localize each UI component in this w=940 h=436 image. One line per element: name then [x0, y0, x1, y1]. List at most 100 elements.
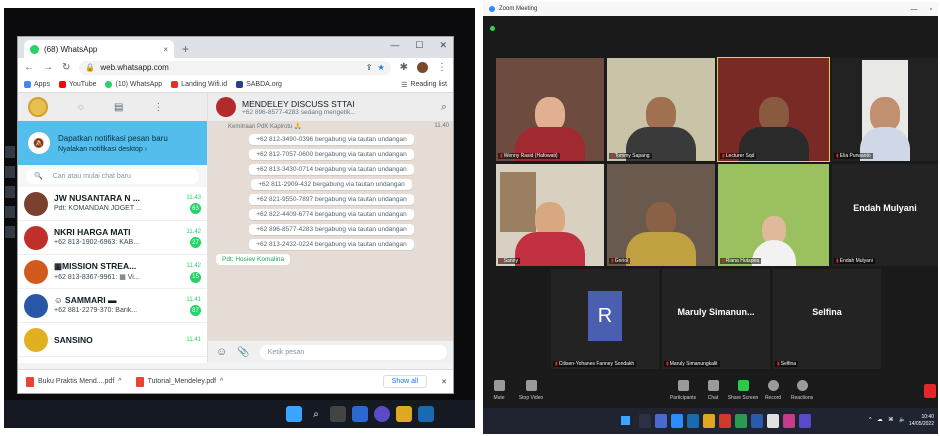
- clock[interactable]: 10:40 14/05/2022: [909, 414, 934, 428]
- chat-item[interactable]: SANSINO 11.41: [18, 323, 207, 357]
- reading-list[interactable]: ☰ Reading list: [401, 81, 447, 89]
- close-window-button[interactable]: ✕: [439, 40, 447, 51]
- chat-preview: Pdt: KOMANDAN JOGET ...: [54, 205, 142, 212]
- participant-initial-avatar: R: [588, 291, 622, 341]
- url-text: web.whatsapp.com: [100, 63, 169, 72]
- video-tile[interactable]: ▮Sanny: [496, 164, 604, 266]
- bookmark-apps[interactable]: Apps: [24, 81, 50, 88]
- chat-item[interactable]: JW NUSANTARA N ... 11.43 Pdt: KOMANDAN JOG…: [18, 187, 207, 221]
- notification-banner[interactable]: 🔕 Dapatkan notifikasi pesan baru Nyalaka…: [18, 121, 207, 165]
- video-tile-camera-off[interactable]: Maruly Simanun... ▮Maruly Simanungkalit: [662, 269, 770, 369]
- search-input[interactable]: 🔍 Cari atau mulai chat baru: [26, 168, 199, 184]
- back-icon[interactable]: ←: [24, 62, 34, 73]
- whatsapp-screenshot: (68) WhatsApp × + — ☐ ✕ ← → ↻ 🔒 web.what…: [4, 8, 475, 428]
- my-avatar[interactable]: [28, 97, 48, 117]
- video-tile[interactable]: ▮Riana Hutapea: [718, 164, 829, 266]
- minimize-button[interactable]: —: [390, 40, 399, 51]
- edge-icon[interactable]: [687, 414, 699, 428]
- new-chat-icon[interactable]: ▤: [114, 102, 123, 113]
- chat-icon: [707, 380, 719, 391]
- zoom-taskbar-icon[interactable]: [671, 414, 683, 428]
- security-shield-icon[interactable]: [490, 26, 495, 31]
- status-icon[interactable]: ◌: [78, 102, 84, 113]
- bookmark-youtube[interactable]: YouTube: [58, 81, 96, 88]
- bookmark-whatsapp[interactable]: (10) WhatsApp: [105, 81, 162, 88]
- close-tab-icon[interactable]: ×: [163, 45, 168, 54]
- tab-whatsapp[interactable]: (68) WhatsApp ×: [24, 40, 174, 58]
- conversation-header[interactable]: MENDELEY DISCUSS STTAI +62 896-8577-4283…: [208, 93, 453, 121]
- file-explorer-icon[interactable]: [703, 414, 715, 428]
- teams-icon[interactable]: [799, 414, 811, 428]
- chat-sidebar: ◌ ▤ ⋮ 🔕 Dapatkan notifikasi pesan baru N…: [18, 93, 208, 363]
- menu-icon[interactable]: ⋮: [153, 102, 163, 113]
- bookmark-wifi-id[interactable]: Landing Wifi.id: [171, 81, 227, 88]
- message-input[interactable]: Ketik pesan: [259, 344, 447, 360]
- end-meeting-button[interactable]: [924, 384, 936, 398]
- video-tile[interactable]: ▮Tommy Sapang: [607, 58, 715, 161]
- conversation-pane: MENDELEY DISCUSS STTAI +62 896-8577-4283…: [208, 93, 453, 363]
- windows-start-icon[interactable]: [286, 406, 302, 422]
- pdf-icon: [26, 376, 34, 387]
- video-tile-camera-off[interactable]: R ▮Citisen-Yohanes Fanney Sondakh: [551, 269, 659, 369]
- office-icon[interactable]: [719, 414, 731, 428]
- download-item[interactable]: Buku Praktis Mend....pdf ^: [26, 376, 122, 387]
- forward-icon[interactable]: →: [43, 62, 53, 73]
- chat-preview: +62 813-1902-6963: KAB...: [54, 239, 140, 246]
- share-icon[interactable]: ⇪: [366, 63, 373, 72]
- unread-badge: 27: [190, 237, 201, 248]
- show-all-button[interactable]: Show all: [382, 375, 428, 388]
- chat-item[interactable]: ☺ SAMMARI ▬ 11.41 +62 881-2279-370: Barik.…: [18, 289, 207, 323]
- search-icon[interactable]: ⌕: [308, 406, 324, 422]
- extensions-icon[interactable]: ✱: [400, 62, 408, 73]
- chat-list: JW NUSANTARA N ... 11.43 Pdt: KOMANDAN JOG…: [18, 187, 207, 363]
- windows-start-icon[interactable]: [621, 416, 630, 425]
- minimize-button[interactable]: —: [911, 6, 918, 13]
- menu-icon[interactable]: ⋮: [437, 62, 447, 73]
- video-tile[interactable]: ▮Wenny Rasid (Hafowati): [496, 58, 604, 161]
- enable-notifications-link[interactable]: Nyalakan notifikasi desktop ›: [58, 146, 168, 153]
- meeting-toolbar: Mute Stop Video Participants Chat Share …: [483, 376, 938, 408]
- video-tile[interactable]: ▮Elia Purwanto: [832, 58, 938, 161]
- group-avatar[interactable]: [216, 97, 236, 117]
- stop-video-button[interactable]: Stop Video: [511, 380, 551, 401]
- system-tray-icons[interactable]: ^ ☁ ⌘ 🔈: [869, 417, 908, 423]
- chat-time: 11.41: [186, 297, 201, 303]
- message-snippet: Kemitraan PdK Kapirotu 🙏: [228, 124, 302, 130]
- maximize-button[interactable]: ☐: [415, 40, 423, 51]
- excel-icon[interactable]: [735, 414, 747, 428]
- widgets-icon[interactable]: [352, 406, 368, 422]
- search-icon[interactable]: [639, 414, 651, 428]
- address-bar[interactable]: 🔒 web.whatsapp.com ⇪ ★: [79, 60, 391, 75]
- video-tile-camera-off[interactable]: Endah Mulyani ▮Endah Mulyani: [832, 164, 938, 266]
- system-message: +62 896-8577-4283 bergabung via tautan u…: [249, 224, 414, 235]
- video-tile-active-speaker[interactable]: ▮Lecturer Sqd: [717, 57, 830, 162]
- reactions-button[interactable]: Reactions: [782, 380, 822, 401]
- edge-icon[interactable]: [418, 406, 434, 422]
- tab-title: (68) WhatsApp: [44, 44, 98, 54]
- system-message: +62 821-9550-7897 bergabung via tautan u…: [249, 194, 414, 205]
- close-downloads-button[interactable]: ✕: [441, 378, 447, 386]
- task-view-icon[interactable]: [330, 406, 346, 422]
- chat-item[interactable]: NKRI HARGA MATI 11.42 +62 813-1902-6963: K…: [18, 221, 207, 255]
- new-tab-button[interactable]: +: [182, 42, 189, 56]
- video-tile-camera-off[interactable]: Selfina ▮Selfina: [773, 269, 881, 369]
- restore-button[interactable]: ▫: [930, 6, 932, 13]
- word-icon[interactable]: [751, 414, 763, 428]
- task-view-icon[interactable]: [655, 414, 667, 428]
- chat-item[interactable]: ▦MISSION STREA... 11.42 +62 813-8367-9961:…: [18, 255, 207, 289]
- profile-avatar[interactable]: [417, 62, 428, 73]
- emoji-icon[interactable]: ☺: [216, 346, 227, 358]
- chat-icon[interactable]: [374, 406, 390, 422]
- chrome-icon[interactable]: [767, 414, 779, 428]
- app-icon[interactable]: [783, 414, 795, 428]
- reload-icon[interactable]: ↻: [62, 62, 70, 73]
- file-explorer-icon[interactable]: [396, 406, 412, 422]
- star-icon[interactable]: ★: [377, 63, 384, 72]
- download-item[interactable]: Tutorial_Mendeley.pdf ^: [135, 376, 223, 387]
- participants-icon: [677, 380, 689, 391]
- attach-icon[interactable]: 📎: [237, 347, 249, 358]
- bookmark-sabda[interactable]: SABDA.org: [236, 81, 282, 88]
- video-tile[interactable]: ▮Gnriol: [607, 164, 715, 266]
- search-icon[interactable]: ⌕: [441, 101, 447, 114]
- zoom-screenshot: Zoom Meeting — ▫ ▮Wenny Rasid (Hafowati)…: [483, 2, 938, 434]
